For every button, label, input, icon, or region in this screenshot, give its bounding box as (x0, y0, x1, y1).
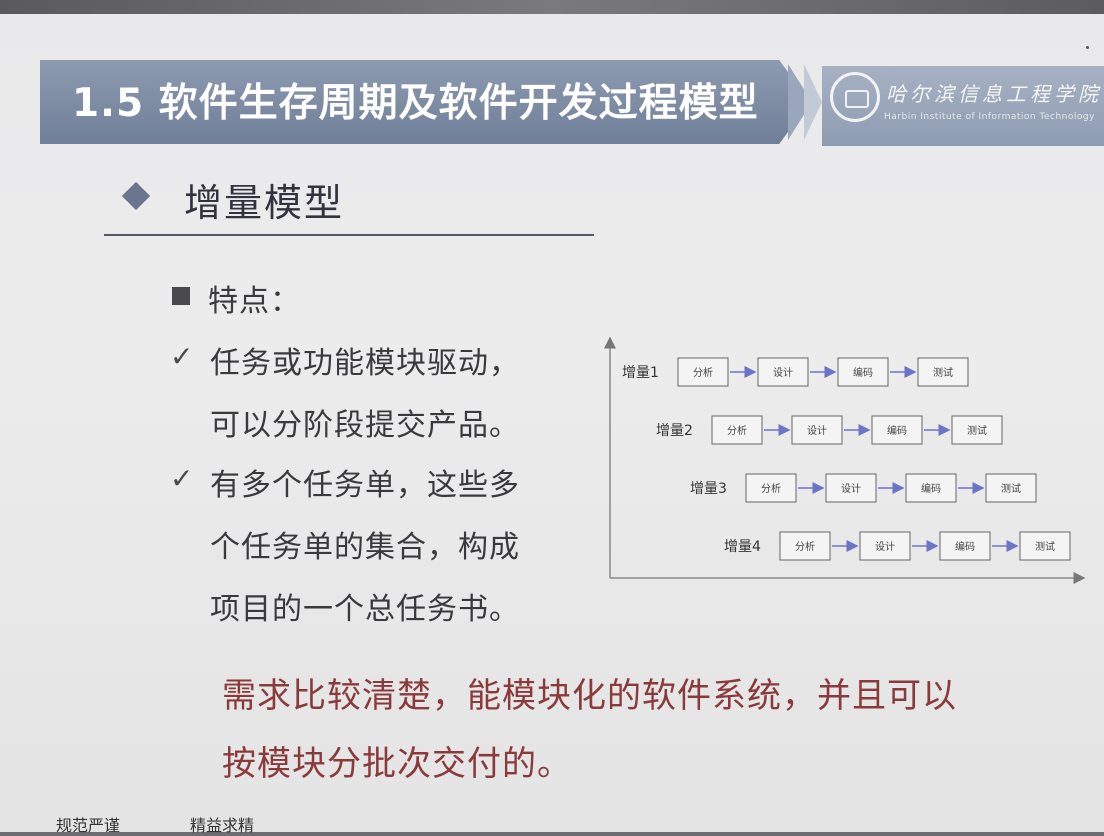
phase-label: 测试 (967, 424, 987, 437)
phase-label: 编码 (921, 482, 941, 495)
phase-label: 分析 (761, 482, 781, 495)
section-underline (104, 234, 594, 236)
top-strip (0, 0, 1104, 14)
feature-line: 项目的一个总任务书。 (210, 592, 520, 627)
incremental-model-diagram: 增量1 分析 设计 编码 测试增量2 分析 设计 编码 测试增量3 分析 设计 编码 测试增量4 分析 设计… (604, 336, 1086, 584)
phase-label: 分析 (727, 424, 747, 437)
phase-label: 分析 (693, 366, 713, 379)
phase-label: 分析 (795, 540, 815, 553)
feature-line: 可以分阶段提交产品。 (210, 408, 520, 443)
summary-line: 按模块分批次交付的。 (222, 744, 572, 784)
phase-label: 设计 (807, 424, 827, 437)
increment-label: 增量4 (724, 539, 761, 555)
increment-label: 增量1 (622, 365, 659, 381)
slide-title: 1.5 软件生存周期及软件开发过程模型 (72, 81, 759, 126)
phase-label: 设计 (841, 482, 861, 495)
checkmark-icon: ✓ (170, 340, 194, 373)
footer-motto-left: 规范严谨 (56, 816, 121, 835)
summary-line: 需求比较清楚，能模块化的软件系统，并且可以 (222, 676, 957, 716)
logo-chinese-name: 哈尔滨信息工程学院 (886, 82, 1102, 106)
footer-motto-right: 精益求精 (190, 816, 255, 835)
section-title: 增量模型 (184, 181, 345, 225)
phase-label: 测试 (1035, 540, 1055, 553)
feature-line: 有多个任务单，这些多 (210, 468, 520, 503)
checkmark-icon: ✓ (170, 462, 194, 495)
phase-label: 编码 (955, 540, 975, 553)
increment-label: 增量2 (656, 423, 693, 439)
speck (1086, 46, 1089, 49)
university-emblem-icon (830, 72, 880, 122)
phase-label: 测试 (1001, 482, 1021, 495)
feature-line: 任务或功能模块驱动， (210, 346, 520, 381)
phase-label: 编码 (853, 366, 873, 379)
features-heading: 特点： (208, 284, 301, 319)
increment-label: 增量3 (690, 481, 727, 497)
square-bullet-icon (172, 287, 190, 305)
phase-label: 测试 (933, 366, 953, 379)
phase-label: 设计 (773, 366, 793, 379)
logo-english-name: Harbin Institute of Information Technolo… (884, 112, 1095, 122)
feature-line: 个任务单的集合，构成 (210, 530, 520, 565)
chevron-icon (804, 64, 822, 140)
phase-label: 设计 (875, 540, 895, 553)
phase-label: 编码 (887, 424, 907, 437)
